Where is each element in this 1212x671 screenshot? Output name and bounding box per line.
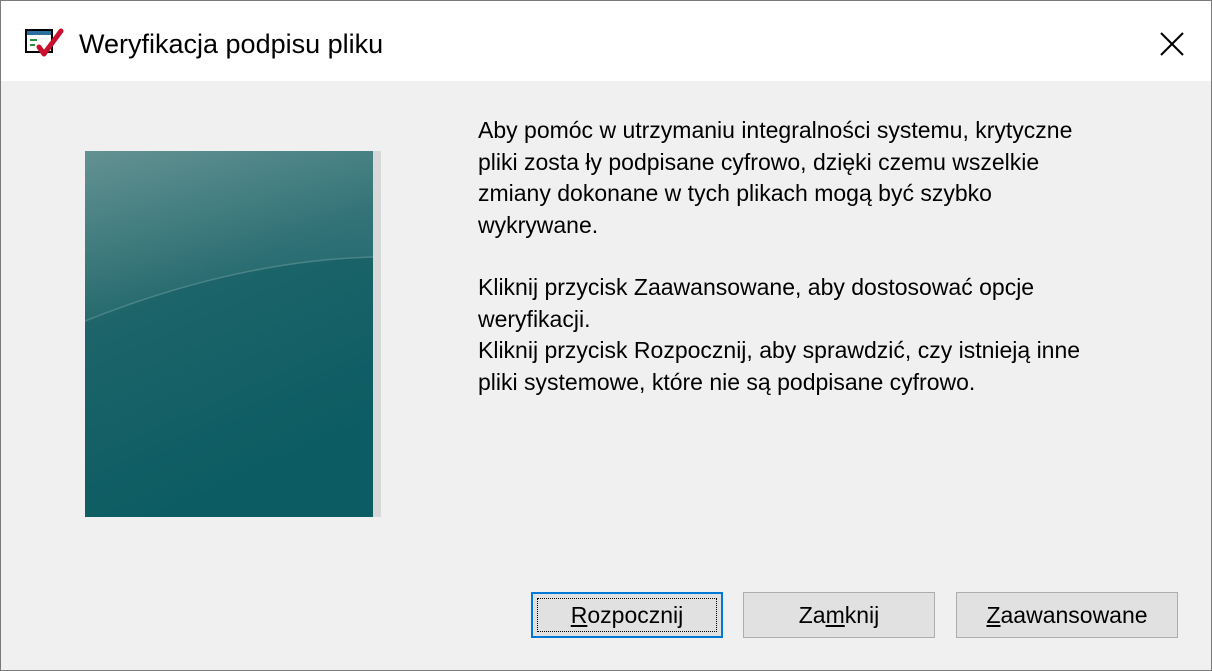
advanced-button-label: Zaawansowane [986,601,1148,628]
message-line: Kliknij przycisk Zaawansowane, aby dosto… [478,274,1035,300]
message-line: weryfikacji. [478,305,591,332]
wizard-side-image [85,151,381,517]
window-title: Weryfikacja podpisu pliku [79,29,384,59]
signature-verification-dialog: Weryfikacja podpisu pliku Aby pomóc w ut… [0,0,1212,671]
start-button[interactable]: Rozpocznij [531,592,723,638]
message-line: Aby pomóc w utrzymaniu integralności sys… [478,117,1073,143]
focus-rectangle [537,598,717,632]
message-line: wykrywane. [478,211,599,238]
message-line: Kliknij przycisk Rozpocznij, aby sprawdz… [478,337,1081,363]
close-window-button[interactable] [1141,15,1203,73]
message-line: pliki zosta ły podpisane cyfrowo, dzięki… [478,148,1040,175]
close-button-label: Zamknij [798,601,880,628]
close-button[interactable]: Zamknij [743,592,935,638]
description-text: Aby pomóc w utrzymaniu integralności sys… [478,115,1178,398]
close-icon [1160,32,1184,56]
advanced-button[interactable]: Zaawansowane [956,592,1178,638]
message-line: zmiany dokonane w tych plikach mogą być … [478,180,992,206]
sigverif-app-icon [25,28,64,57]
title-bar[interactable]: Weryfikacja podpisu pliku [1,1,1211,81]
message-line: pliki systemowe, które nie są podpisane … [478,368,976,395]
